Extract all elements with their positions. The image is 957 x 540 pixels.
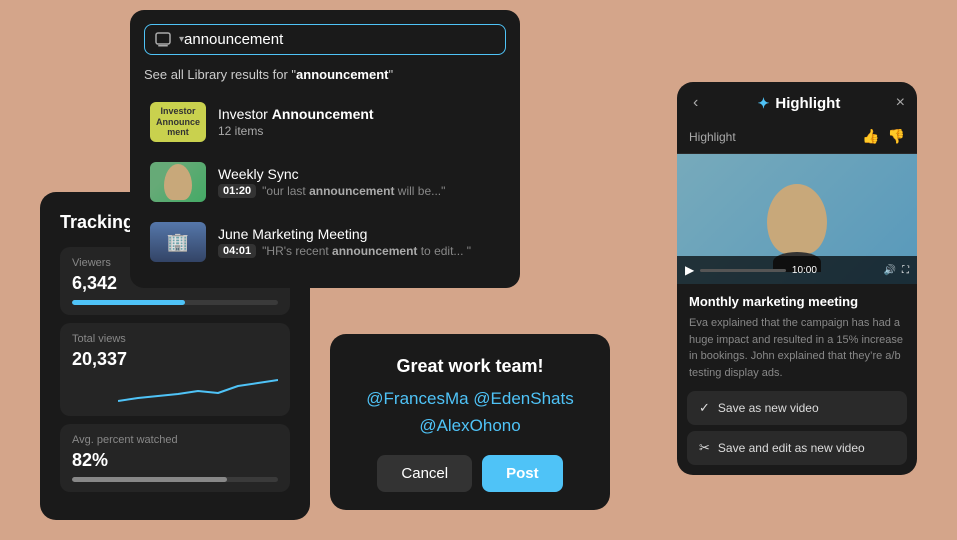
time-badge-weekly: 01:20 — [218, 184, 256, 198]
highlight-title: Highlight — [775, 95, 840, 112]
thumbup-button[interactable]: 👍 — [862, 128, 879, 145]
result-info-june: June Marketing Meeting 04:01 "HR's recen… — [218, 226, 500, 258]
result-count-investor: 12 items — [218, 124, 500, 138]
video-controls-bar[interactable]: ▶ 10:00 🔊 ⛶ — [677, 256, 917, 284]
result-title-investor: Investor Announcement — [218, 106, 500, 122]
save-as-new-label: Save as new video — [718, 401, 819, 415]
search-dropdown: ▾ See all Library results for "announcem… — [130, 10, 520, 288]
stat-value-avg-watched: 82% — [72, 450, 278, 471]
cancel-button[interactable]: Cancel — [377, 455, 472, 492]
search-result-weekly[interactable]: Weekly Sync 01:20 "our last announcement… — [144, 154, 506, 210]
highlight-panel: ‹ ✦ Highlight × Highlight 👍 👎 ▶ 10:00 🔊 … — [677, 82, 917, 475]
search-result-investor[interactable]: InvestorAnnouncement Investor Announceme… — [144, 94, 506, 150]
result-title-weekly: Weekly Sync — [218, 166, 500, 182]
highlight-back-button[interactable]: ‹ — [689, 92, 702, 114]
highlight-video-title: Monthly marketing meeting — [689, 294, 905, 309]
stat-label-total-views: Total views — [72, 333, 278, 345]
result-meta-weekly: 01:20 "our last announcement will be..." — [218, 184, 500, 198]
highlight-star-icon: ✦ — [758, 95, 770, 112]
stat-total-views: Total views 20,337 — [60, 323, 290, 416]
stat-avg-watched: Avg. percent watched 82% — [60, 424, 290, 492]
highlight-subheader: Highlight 👍 👎 — [677, 124, 917, 154]
search-input[interactable] — [184, 31, 495, 48]
play-icon[interactable]: ▶ — [685, 263, 694, 277]
video-thumbnail: ▶ 10:00 🔊 ⛶ — [677, 154, 917, 284]
time-badge-june: 04:01 — [218, 244, 256, 258]
result-meta-june: 04:01 "HR's recent announcement to edit.… — [218, 244, 500, 258]
highlight-header: ‹ ✦ Highlight × — [677, 82, 917, 124]
check-icon: ✓ — [699, 400, 710, 416]
result-info-investor: Investor Announcement 12 items — [218, 106, 500, 138]
stat-bar-avg — [72, 477, 278, 482]
search-type-icon — [155, 32, 171, 48]
search-hint: See all Library results for "announcemen… — [144, 67, 506, 82]
save-and-edit-label: Save and edit as new video — [718, 441, 865, 455]
post-button[interactable]: Post — [482, 455, 563, 492]
search-input-row[interactable]: ▾ — [144, 24, 506, 55]
sparkline-area — [72, 376, 278, 406]
highlight-info: Monthly marketing meeting Eva explained … — [677, 284, 917, 391]
stat-bar-fill-avg — [72, 477, 227, 482]
highlight-close-button[interactable]: × — [896, 94, 905, 112]
person-face — [767, 184, 827, 254]
progress-bar — [700, 269, 786, 272]
mention-title: Great work team! — [350, 356, 590, 377]
search-result-june[interactable]: 🏢 June Marketing Meeting 04:01 "HR's rec… — [144, 214, 506, 270]
thumb-weekly — [150, 162, 206, 202]
stat-bar-fill-viewers — [72, 300, 185, 305]
stat-bar-viewers — [72, 300, 278, 305]
highlight-section-label: Highlight — [689, 130, 736, 144]
save-as-new-video-button[interactable]: ✓ Save as new video — [687, 391, 907, 425]
fullscreen-icon[interactable]: ⛶ — [902, 265, 909, 276]
thumb-investor: InvestorAnnouncement — [150, 102, 206, 142]
thumbdown-button[interactable]: 👎 — [888, 128, 905, 145]
result-info-weekly: Weekly Sync 01:20 "our last announcement… — [218, 166, 500, 198]
mention-actions: Cancel Post — [350, 455, 590, 492]
video-time: 10:00 — [792, 265, 878, 276]
stat-value-total-views: 20,337 — [72, 349, 278, 370]
volume-icon[interactable]: 🔊 — [884, 265, 896, 276]
mention-panel: Great work team! @FrancesMa @EdenShats@A… — [330, 334, 610, 510]
save-and-edit-button[interactable]: ✂ Save and edit as new video — [687, 431, 907, 465]
thumb-june: 🏢 — [150, 222, 206, 262]
mention-tags: @FrancesMa @EdenShats@AlexOhono — [350, 385, 590, 439]
stat-label-avg-watched: Avg. percent watched — [72, 434, 278, 446]
highlight-actions: ✓ Save as new video ✂ Save and edit as n… — [677, 391, 917, 475]
scissors-icon: ✂ — [699, 440, 710, 456]
highlight-title-row: ✦ Highlight — [758, 95, 841, 112]
result-title-june: June Marketing Meeting — [218, 226, 500, 242]
highlight-feedback: 👍 👎 — [862, 128, 905, 145]
highlight-video-desc: Eva explained that the campaign has had … — [689, 315, 905, 381]
snippet-weekly: "our last announcement will be..." — [262, 184, 445, 198]
snippet-june: "HR's recent announcement to edit... " — [262, 244, 471, 258]
